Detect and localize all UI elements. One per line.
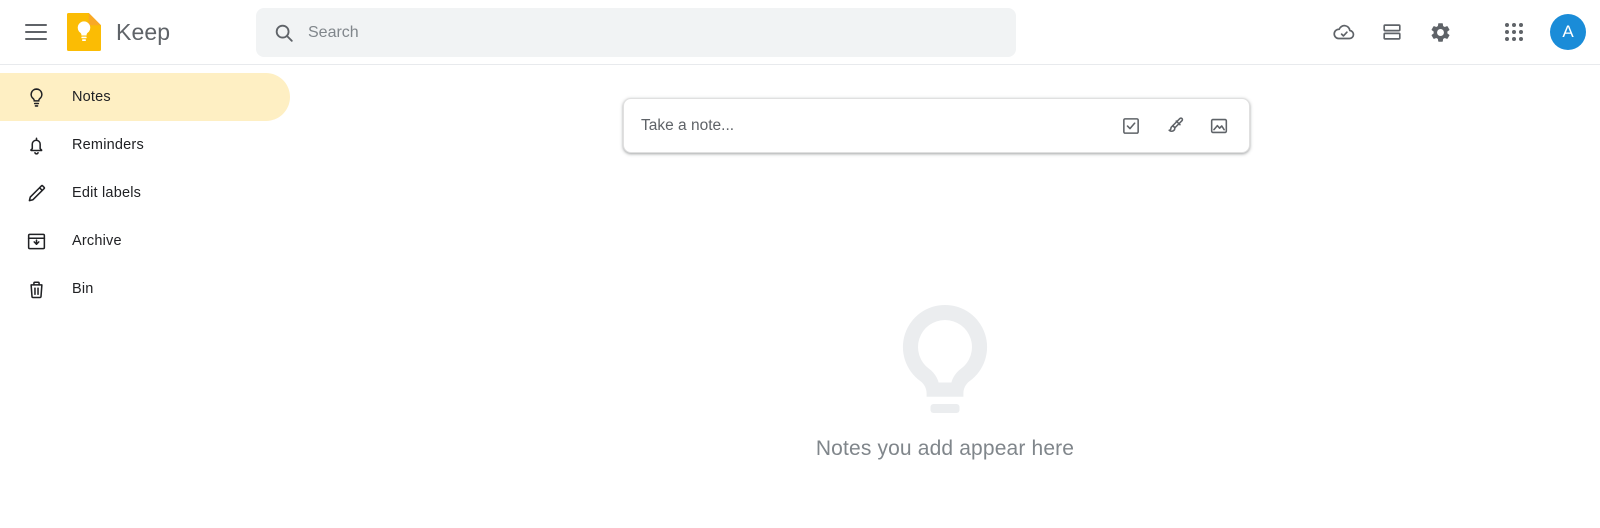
cloud-check-icon <box>1333 24 1355 40</box>
brush-icon <box>1168 116 1184 132</box>
google-apps-button[interactable] <box>1490 8 1538 56</box>
sidebar-item-label: Reminders <box>72 137 144 153</box>
sidebar-item-bin[interactable]: Bin <box>0 265 290 313</box>
search-input[interactable] <box>308 8 1016 57</box>
list-view-toggle-button[interactable] <box>1368 8 1416 56</box>
image-icon <box>1210 118 1228 133</box>
empty-state-text: Notes you add appear here <box>815 437 1075 460</box>
archive-icon <box>0 230 72 253</box>
sidebar-item-reminders[interactable]: Reminders <box>0 121 290 169</box>
main-menu-button[interactable] <box>12 8 60 56</box>
take-a-note-input[interactable] <box>624 99 1109 152</box>
trash-icon <box>0 278 72 301</box>
search-bar[interactable] <box>256 8 1016 57</box>
sidebar-item-notes[interactable]: Notes <box>0 73 290 121</box>
search-icon <box>260 9 308 57</box>
main-content: Notes you add appear here <box>290 65 1600 528</box>
note-composer[interactable] <box>623 98 1250 153</box>
avatar[interactable]: A <box>1550 14 1586 50</box>
lightbulb-large-icon <box>902 304 988 413</box>
composer-actions <box>1109 104 1249 148</box>
refresh-button[interactable] <box>1320 8 1368 56</box>
keep-logo-icon <box>67 13 101 51</box>
gear-icon <box>1431 22 1449 42</box>
hamburger-menu-icon <box>25 24 47 40</box>
brand-home-link[interactable]: Keep <box>66 12 170 52</box>
lightbulb-icon <box>0 86 72 109</box>
pencil-icon <box>0 182 72 205</box>
header-actions: A <box>1320 8 1586 56</box>
checkbox-icon <box>1123 117 1139 134</box>
settings-button[interactable] <box>1416 8 1464 56</box>
keep-app: Keep Search A Notes Reminders Edit label… <box>0 0 1600 528</box>
new-note-with-image-button[interactable] <box>1197 104 1241 148</box>
sidebar-item-edit-labels[interactable]: Edit labels <box>0 169 290 217</box>
list-view-icon <box>1383 24 1401 40</box>
sidebar-item-archive[interactable]: Archive <box>0 217 290 265</box>
apps-grid-icon <box>1505 23 1523 41</box>
sidebar: Notes Reminders Edit labels Archive Bin <box>0 65 290 528</box>
sidebar-item-label: Bin <box>72 281 94 297</box>
sidebar-item-label: Archive <box>72 233 122 249</box>
new-list-button[interactable] <box>1109 104 1153 148</box>
empty-state: Notes you add appear here <box>290 303 1600 461</box>
new-drawing-button[interactable] <box>1153 104 1197 148</box>
app-header: Keep Search A <box>0 0 1600 65</box>
sidebar-item-label: Edit labels <box>72 185 142 201</box>
sidebar-item-label: Notes <box>72 89 111 105</box>
app-title: Keep <box>116 18 171 45</box>
bell-icon <box>0 134 72 157</box>
